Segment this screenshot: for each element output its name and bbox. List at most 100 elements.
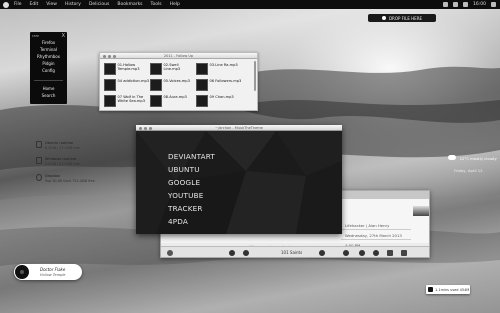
weather-date: Friday, April 12 — [454, 168, 483, 173]
ubuntu-disk-stat: Ubuntu root/var 6.3GiB | 17.1GiB free — [36, 141, 80, 151]
side-item-firefox[interactable]: Firefox — [30, 40, 67, 45]
menu-view[interactable]: View — [46, 2, 57, 7]
file-item[interactable]: 05.Voices.mp3 — [150, 79, 196, 92]
file-name: 05.Voices.mp3 — [163, 79, 190, 83]
album-art-icon — [104, 63, 116, 75]
file-item[interactable]: 02.Swell Line.mp3 — [150, 63, 196, 76]
link-ubuntu[interactable]: UBUNTU — [168, 165, 200, 174]
apple-logo-icon[interactable] — [3, 1, 9, 8]
article-date: Wednesday, 27th March 2013 — [345, 233, 402, 238]
menu-edit[interactable]: Edit — [30, 2, 39, 7]
dropbox-drop-label: DROP FILE HERE — [388, 15, 423, 21]
article-source[interactable]: Lifehacker | Alan Henry — [345, 221, 402, 231]
article-thumbnail[interactable] — [413, 206, 429, 216]
check-icon[interactable] — [243, 249, 249, 256]
link-youtube[interactable]: YOUTUBE — [168, 191, 203, 200]
desktop: { "menubar": { "items": ["File", "Edit",… — [0, 0, 500, 313]
side-panel-header: ram — [32, 34, 39, 38]
close-icon[interactable] — [343, 249, 349, 256]
album-art-icon — [150, 95, 162, 107]
side-panel-divider — [34, 80, 63, 81]
weather-temperature: 12°C mostly cloudy — [459, 156, 497, 161]
menubar-status-area: 16:00 — [443, 0, 496, 9]
menu-history[interactable]: History — [65, 2, 81, 7]
file-window-titlebar[interactable]: 2011 - Follow Up — [100, 53, 257, 59]
file-item[interactable]: 04 addiction.mp3 — [104, 79, 150, 92]
file-name: 04 addiction.mp3 — [117, 79, 150, 83]
launcher-background-pattern — [136, 131, 342, 234]
dropbox-box-icon — [36, 174, 42, 181]
share-icon[interactable] — [401, 249, 407, 256]
tabs-grid-icon[interactable] — [387, 249, 393, 256]
browser-bottom-toolbar: 101 Saints — [161, 246, 429, 257]
volume-icon[interactable] — [453, 2, 459, 7]
album-art-icon — [150, 79, 162, 91]
memory-usage-widget: 1.1mins used 454M — [426, 285, 470, 294]
battery-icon[interactable] — [463, 2, 469, 7]
file-item[interactable]: 07 Wolf in The White Sea.mp3 — [104, 95, 150, 108]
file-item[interactable]: 01.Hollow Temple.mp3 — [104, 63, 150, 76]
album-art-icon — [104, 79, 116, 91]
side-item-config[interactable]: Config — [30, 68, 67, 73]
bookmark-launcher-window: ~/archon - MuukTheTheme DEVIANTART UBUNT… — [136, 125, 342, 234]
menu-delicious[interactable]: Delicious — [89, 2, 109, 7]
memory-usage-text: 1.1mins used 454M — [435, 287, 470, 292]
file-window-scrollbar[interactable] — [254, 61, 256, 91]
album-art-icon — [104, 95, 116, 107]
side-item-search[interactable]: Search — [30, 93, 67, 98]
article-divider — [341, 239, 411, 240]
navigate-icon[interactable] — [359, 249, 365, 256]
menu-file[interactable]: File — [14, 2, 22, 7]
side-item-home[interactable]: Home — [30, 86, 67, 91]
file-item[interactable]: 03.Line Ra.mp3 — [196, 63, 242, 76]
chip-icon — [428, 287, 433, 292]
side-item-terminal[interactable]: Terminal — [30, 47, 67, 52]
menubar-clock[interactable]: 16:00 — [473, 2, 486, 7]
file-name: 02.Swell Line.mp3 — [163, 63, 181, 72]
dropbox-icon — [381, 16, 386, 20]
hard-drive-icon — [36, 157, 42, 164]
windows-disk-detail: 2.5GiB | 41.5GiB free — [45, 162, 80, 166]
menu-tools[interactable]: Tools — [151, 2, 162, 7]
add-icon[interactable] — [229, 249, 235, 256]
side-item-pidgin[interactable]: Pidgin — [30, 61, 67, 66]
music-artist: Doctor Flake — [40, 266, 66, 272]
home-icon[interactable] — [319, 249, 325, 256]
hard-drive-icon — [36, 141, 42, 148]
file-item[interactable]: 08.Aura.mp3 — [150, 95, 196, 108]
search-icon[interactable] — [491, 2, 496, 7]
link-deviantart[interactable]: DEVIANTART — [168, 152, 215, 161]
file-item[interactable]: 06 Followers.mp3 — [196, 79, 242, 92]
music-player-widget[interactable]: Doctor Flake Hollow Temple — [14, 264, 82, 280]
menu-bar: File Edit View History Delicious Bookmar… — [0, 0, 500, 9]
album-art-icon — [150, 63, 162, 75]
file-name: 07 Wolf in The White Sea.mp3 — [117, 95, 146, 104]
windows-disk-stat: Windows root/var 2.5GiB | 41.5GiB free — [36, 157, 80, 167]
file-manager-window: 2011 - Follow Up 01.Hollow Temple.mp3 02… — [99, 52, 258, 111]
album-art-icon — [196, 95, 208, 107]
file-name: 08.Aura.mp3 — [163, 95, 187, 99]
menu-help[interactable]: Help — [170, 2, 180, 7]
network-icon[interactable] — [443, 2, 449, 7]
link-tracker[interactable]: TRACKER — [168, 204, 203, 213]
menu-bookmarks[interactable]: Bookmarks — [117, 2, 142, 7]
vinyl-disc-icon — [15, 265, 29, 279]
side-item-rhythmbox[interactable]: Rhythmbox — [30, 54, 67, 59]
launcher-window-title: ~/archon - MuukTheTheme — [215, 126, 263, 130]
file-name: 09 Chan.mp3 — [209, 95, 234, 99]
file-item[interactable]: 09 Chan.mp3 — [196, 95, 242, 108]
browser-status-count: 101 Saints — [281, 250, 303, 255]
weather-widget: 12°C mostly cloudy Friday, April 12 — [448, 155, 497, 173]
file-grid: 01.Hollow Temple.mp3 02.Swell Line.mp3 0… — [104, 63, 242, 108]
side-panel-close-button[interactable]: X — [62, 33, 65, 39]
dropbox-stat-detail: 9up 50.0B Used 751.0KiB free — [45, 179, 95, 183]
cloud-icon — [448, 155, 456, 160]
link-4pda[interactable]: 4PDA — [168, 217, 188, 226]
dropbox-drop-zone[interactable]: DROP FILE HERE — [368, 14, 436, 22]
search-icon[interactable] — [373, 249, 379, 256]
album-art-icon — [196, 79, 208, 91]
file-window-title: 2011 - Follow Up — [163, 54, 194, 58]
refresh-icon[interactable] — [167, 249, 173, 256]
dropbox-stat: Dropbox 9up 50.0B Used 751.0KiB free — [36, 174, 95, 184]
link-google[interactable]: GOOGLE — [168, 178, 200, 187]
